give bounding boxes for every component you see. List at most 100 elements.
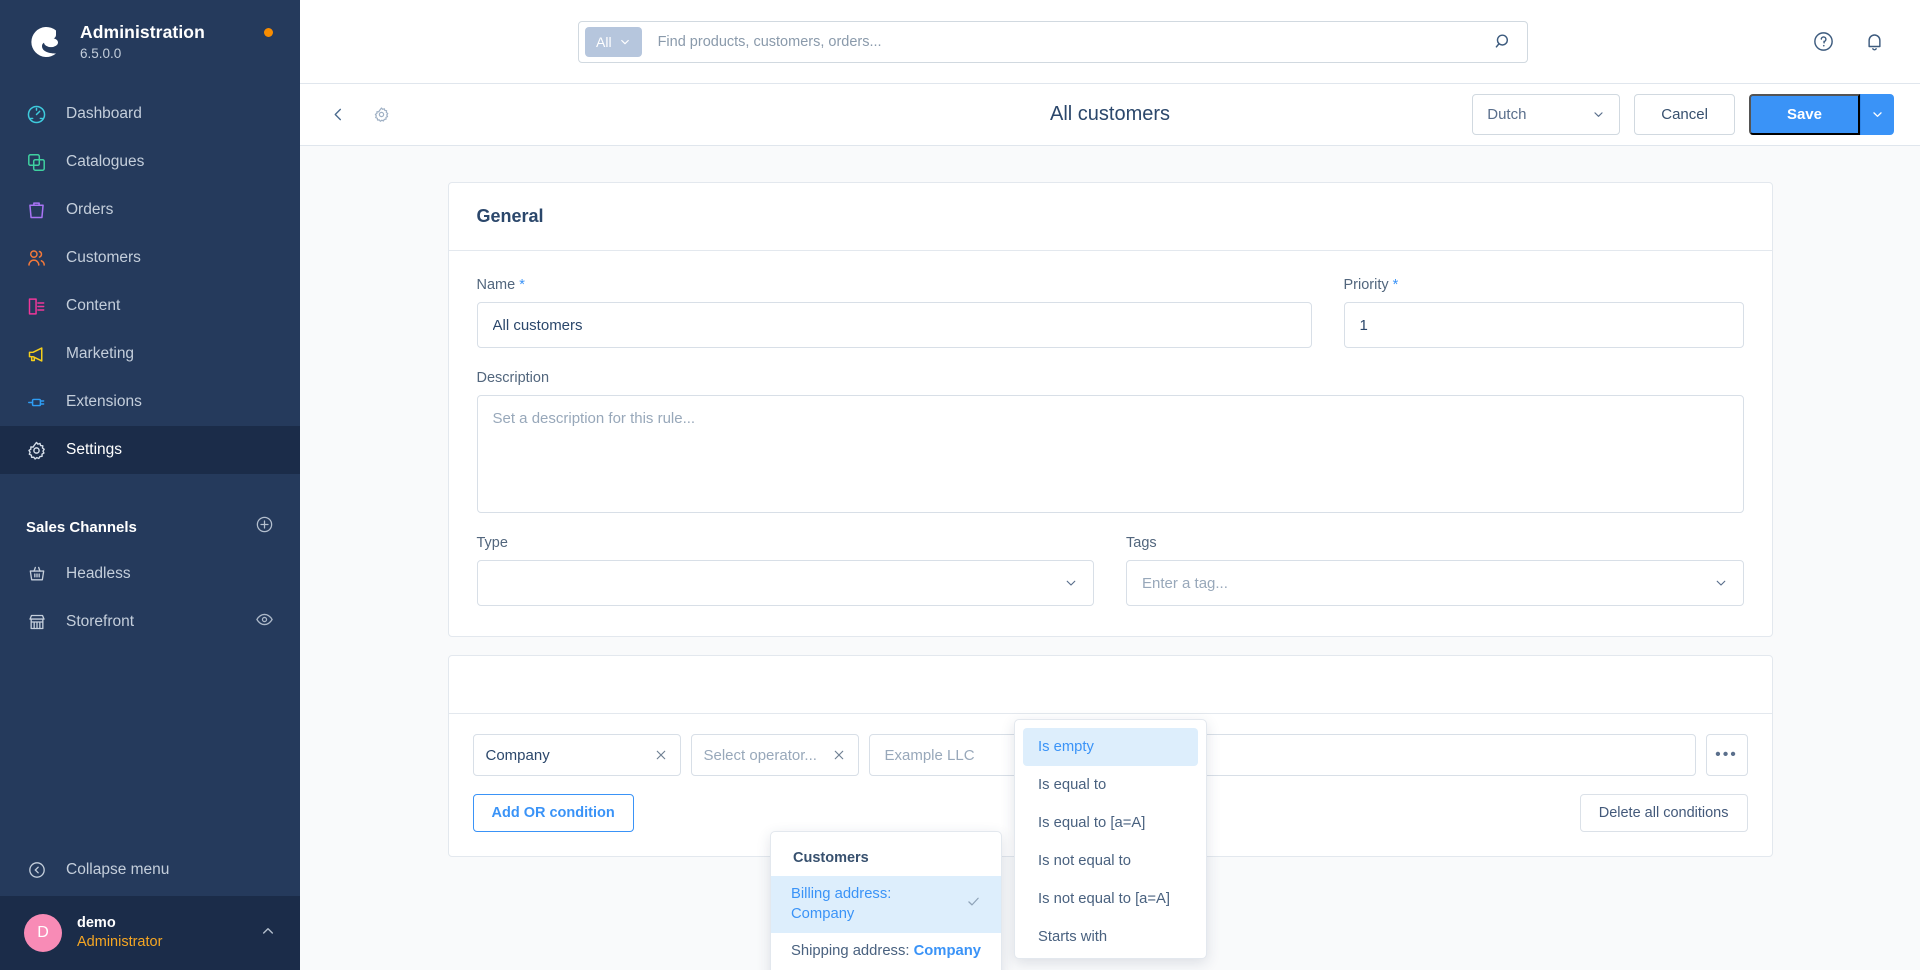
- condition-more-button[interactable]: •••: [1705, 734, 1748, 776]
- dropdown-option-billing-address-company[interactable]: Billing address: Company: [771, 876, 1001, 934]
- chevron-down-icon: [1594, 112, 1603, 117]
- operator-option-is-equal-to[interactable]: Is equal to: [1023, 766, 1198, 804]
- global-search[interactable]: All: [578, 20, 1528, 63]
- condition-field-dropdown: Customers Billing address: Company Shipp…: [770, 831, 1002, 970]
- search-scope-label: All: [596, 33, 612, 50]
- chevron-down-icon: [1066, 580, 1076, 586]
- back-chevron-icon[interactable]: [326, 102, 351, 127]
- type-label: Type: [476, 535, 508, 551]
- sidebar-item-label: Marketing: [66, 345, 135, 363]
- general-card-title: General: [476, 206, 544, 226]
- priority-input[interactable]: [1343, 302, 1744, 348]
- smartbar-actions: Dutch Cancel Save: [1472, 94, 1894, 135]
- sidebar-item-content[interactable]: Content: [0, 282, 300, 330]
- chevron-down-icon: [1716, 580, 1725, 586]
- user-menu[interactable]: D demo Administrator: [0, 896, 300, 970]
- type-tags-row: Type Tags Enter a tag...: [476, 535, 1744, 606]
- shopware-logo-icon: [26, 23, 64, 61]
- condition-operator-placeholder: Select operator...: [703, 746, 817, 764]
- sidebar-item-dashboard[interactable]: Dashboard: [0, 90, 300, 138]
- top-bar: All: [300, 0, 1920, 84]
- description-label: Description: [476, 370, 550, 386]
- condition-value-input[interactable]: [868, 734, 1696, 776]
- operator-option-is-empty[interactable]: Is empty: [1023, 728, 1198, 766]
- name-label-text: Name: [476, 277, 516, 293]
- sidebar-item-customers[interactable]: Customers: [0, 234, 300, 282]
- dropdown-option-shipping-address-company[interactable]: Shipping address: Company: [771, 933, 1001, 970]
- sidebar-item-label: Content: [66, 297, 121, 315]
- priority-label: Priority *: [1344, 277, 1744, 293]
- condition-field-value: Company: [485, 746, 550, 764]
- content-icon: [26, 296, 47, 317]
- dropdown-group-title: Customers: [793, 850, 869, 866]
- name-input[interactable]: [476, 302, 1312, 348]
- delete-all-conditions-button[interactable]: Delete all conditions: [1579, 794, 1748, 832]
- chevron-up-icon[interactable]: [260, 923, 276, 944]
- catalogues-icon: [26, 152, 47, 173]
- avatar: D: [24, 914, 62, 952]
- cancel-button[interactable]: Cancel: [1634, 94, 1735, 135]
- sidebar-item-catalogues[interactable]: Catalogues: [0, 138, 300, 186]
- add-sales-channel-icon[interactable]: [255, 515, 274, 539]
- main-area: All Find products, customers, orders... …: [300, 0, 1920, 970]
- notifications-bell-icon[interactable]: [1863, 30, 1886, 53]
- operator-option-starts-with[interactable]: Starts with: [1023, 918, 1198, 956]
- language-switch[interactable]: Dutch: [1472, 94, 1621, 135]
- smartbar-gear-icon[interactable]: [369, 102, 394, 127]
- sales-channel-label: Headless: [66, 565, 131, 583]
- clear-field-icon[interactable]: [654, 748, 668, 762]
- general-card-body: Name * Priority *: [449, 251, 1772, 636]
- app-root: Administration 6.5.0.0 Dashboard Catalog…: [0, 0, 1920, 970]
- brand-block[interactable]: Administration 6.5.0.0: [0, 0, 300, 62]
- search-scope-selector[interactable]: All: [585, 26, 642, 57]
- sidebar-item-extensions[interactable]: Extensions: [0, 378, 300, 426]
- marketing-icon: [26, 344, 47, 365]
- check-icon: [966, 894, 981, 916]
- sidebar-item-marketing[interactable]: Marketing: [0, 330, 300, 378]
- sales-channel-storefront[interactable]: Storefront: [0, 598, 300, 646]
- customers-icon: [26, 248, 47, 269]
- sales-channel-headless[interactable]: Headless: [0, 550, 300, 598]
- collapse-menu-button[interactable]: Collapse menu: [0, 844, 300, 896]
- sidebar-item-label: Orders: [66, 201, 114, 219]
- sidebar-item-orders[interactable]: Orders: [0, 186, 300, 234]
- search-input[interactable]: [641, 33, 1488, 50]
- collapse-chevron-icon: [26, 860, 47, 881]
- settings-gear-icon: [26, 440, 47, 461]
- orders-icon: [26, 200, 47, 221]
- clear-operator-icon[interactable]: [832, 748, 846, 762]
- brand-title: Administration: [80, 22, 205, 42]
- user-role: Administrator: [77, 933, 163, 950]
- dropdown-option-prefix: Shipping address:: [791, 943, 914, 960]
- extensions-icon: [26, 392, 47, 413]
- tags-label: Tags: [1126, 535, 1157, 551]
- operator-option-is-equal-to-case[interactable]: Is equal to [a=A]: [1023, 804, 1198, 842]
- chevron-down-icon: [620, 39, 629, 44]
- operator-option-is-not-equal-to[interactable]: Is not equal to: [1023, 842, 1198, 880]
- save-button-group: Save: [1748, 94, 1894, 135]
- search-icon[interactable]: [1488, 32, 1519, 51]
- topbar-actions: [1812, 30, 1886, 53]
- priority-label-text: Priority: [1343, 277, 1389, 293]
- smart-bar: All customers Dutch Cancel Save: [300, 84, 1920, 146]
- description-textarea[interactable]: [476, 395, 1744, 513]
- type-select[interactable]: [476, 560, 1094, 606]
- dashboard-icon: [26, 104, 47, 125]
- help-icon[interactable]: [1812, 30, 1835, 53]
- sidebar-item-settings[interactable]: Settings: [0, 426, 300, 475]
- conditions-card-header: [448, 656, 1772, 714]
- sidebar-item-label: Dashboard: [66, 105, 142, 123]
- operator-option-is-not-equal-to-case[interactable]: Is not equal to [a=A]: [1023, 880, 1198, 918]
- main-navigation: Dashboard Catalogues Orders Customers Co…: [0, 90, 300, 475]
- required-marker: *: [1392, 277, 1399, 293]
- save-button[interactable]: Save: [1748, 94, 1860, 135]
- condition-field-select[interactable]: Company: [472, 734, 681, 776]
- condition-operator-select[interactable]: Select operator...: [690, 734, 859, 776]
- preview-eye-icon[interactable]: [255, 610, 274, 634]
- type-field-group: Type: [476, 535, 1094, 606]
- tags-select[interactable]: Enter a tag...: [1126, 560, 1744, 606]
- general-card: General Name * Priority: [447, 182, 1773, 637]
- add-or-condition-button[interactable]: Add OR condition: [472, 794, 634, 832]
- save-options-chevron-icon[interactable]: [1860, 94, 1894, 135]
